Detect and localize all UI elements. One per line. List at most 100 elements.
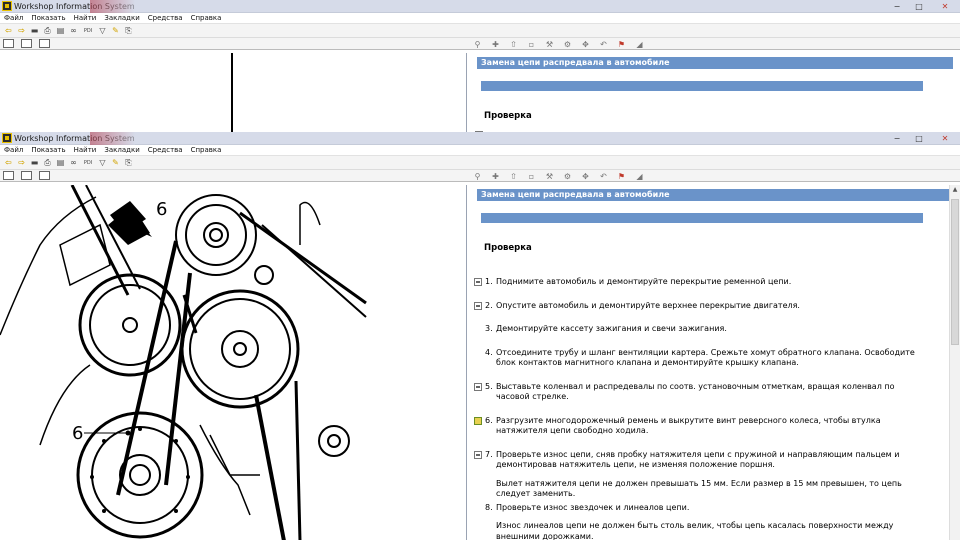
bookmark-icon[interactable]: ⎘ (123, 26, 134, 36)
move-icon[interactable]: ✥ (580, 40, 591, 49)
window-icon[interactable] (39, 39, 50, 48)
wrench-icon[interactable]: ⚲ (472, 40, 483, 49)
window-icon[interactable] (39, 171, 50, 180)
print-icon[interactable]: ⎙ (42, 158, 53, 168)
secondary-toolbar: ⚲ ✚ ⇧ ▫ ⚒ ⚙ ✥ ↶ ⚑ ◢ (0, 38, 960, 50)
title-bar[interactable]: Workshop Information System − □ ✕ (0, 132, 960, 145)
main-toolbar: ⇦ ⇨ ▬ ⎙ ▤ ∞ PDI ▽ ✎ ⎘ (0, 24, 960, 38)
tool-icon[interactable]: ✚ (490, 172, 501, 181)
main-window: Workshop Information System − □ ✕ Файл П… (0, 132, 960, 540)
step-list: 1. Поднимите автомобиль и демонтируйте п… (474, 277, 960, 540)
spanner-icon[interactable]: ⚒ (544, 40, 555, 49)
tool-icon[interactable]: ✚ (490, 40, 501, 49)
link-icon[interactable] (474, 301, 482, 310)
gear-icon[interactable]: ⚙ (562, 172, 573, 181)
pencil-icon[interactable]: ✎ (110, 158, 121, 168)
pdi-icon[interactable]: PDI (81, 158, 95, 168)
arrow-left-icon[interactable]: ⇦ (3, 26, 14, 36)
step-5: 5. Выставьте коленвал и распредевалы по … (474, 382, 960, 403)
print-icon[interactable]: ⎙ (42, 26, 53, 36)
link-icon[interactable] (474, 450, 482, 459)
menu-help[interactable]: Справка (187, 146, 226, 154)
menu-view[interactable]: Показать (27, 14, 69, 22)
close-icon[interactable]: ✕ (930, 132, 960, 145)
step-text: Опустите автомобиль и демонтируйте верхн… (496, 300, 800, 310)
wrench-icon[interactable]: ⚲ (472, 172, 483, 181)
step-text: Разгрузите многодорожечный ремень и выкр… (496, 415, 881, 436)
menu-find[interactable]: Найти (70, 14, 101, 22)
section-title: Проверка (484, 111, 532, 121)
menu-bar: Файл Показать Найти Закладки Средства Сп… (0, 145, 960, 156)
car-icon[interactable]: ▬ (29, 158, 40, 168)
step-8: 8. Проверьте износ звездочек и линеалов … (474, 503, 960, 540)
maximize-icon[interactable]: □ (908, 132, 930, 145)
timing-chain-diagram: 6 6 (0, 185, 367, 540)
list-icon[interactable] (21, 39, 32, 48)
car-lift-icon[interactable]: ◢ (634, 172, 645, 181)
filter-icon[interactable]: ▽ (97, 26, 108, 36)
menu-file[interactable]: Файл (0, 146, 27, 154)
undo-icon[interactable]: ↶ (598, 40, 609, 49)
step-note: Износ линеалов цепи не должен быть столь… (496, 521, 894, 540)
close-icon[interactable]: ✕ (930, 0, 960, 13)
step-7: 7. Проверьте износ цепи, сняв пробку нат… (474, 450, 960, 500)
app-icon (2, 1, 12, 11)
step-text: Проверьте износ цепи, сняв пробку натяжи… (496, 449, 900, 470)
secondary-toolbar: ⚲ ✚ ⇧ ▫ ⚒ ⚙ ✥ ↶ ⚑ ◢ (0, 170, 960, 182)
menu-tools[interactable]: Средства (144, 14, 187, 22)
binoculars-icon[interactable]: ∞ (68, 158, 79, 168)
header-bar (481, 213, 923, 223)
arrow-right-icon[interactable]: ⇨ (16, 158, 27, 168)
menu-find[interactable]: Найти (70, 146, 101, 154)
menu-bookmarks[interactable]: Закладки (100, 14, 143, 22)
car-lift-icon[interactable]: ◢ (634, 40, 645, 49)
pencil-icon[interactable]: ✎ (110, 26, 121, 36)
link-icon[interactable] (474, 382, 482, 391)
link-icon[interactable] (474, 278, 482, 286)
vertical-scrollbar[interactable]: ▲ (949, 185, 960, 540)
flag-icon[interactable]: ⚑ (616, 40, 627, 49)
menu-file[interactable]: Файл (0, 14, 27, 22)
list-icon[interactable] (21, 171, 32, 180)
arrow-up-icon[interactable]: ⇧ (508, 40, 519, 49)
menu-help[interactable]: Справка (187, 14, 226, 22)
filter-icon[interactable]: ▽ (97, 158, 108, 168)
car-icon[interactable]: ▬ (29, 26, 40, 36)
maximize-icon[interactable]: □ (908, 0, 930, 13)
arrow-up-icon[interactable]: ⇧ (508, 172, 519, 181)
arrow-right-icon[interactable]: ⇨ (16, 26, 27, 36)
step-4: 4. Отсоедините трубу и шланг вентиляции … (474, 348, 960, 369)
menu-tools[interactable]: Средства (144, 146, 187, 154)
step-note: Вылет натяжителя цепи не должен превышат… (496, 478, 902, 499)
scroll-up-icon[interactable]: ▲ (950, 185, 960, 195)
document-header: Замена цепи распредвала в автомобиле (477, 57, 953, 69)
scroll-thumb[interactable] (951, 199, 959, 345)
pdi-icon[interactable]: PDI (81, 26, 95, 36)
document-icon[interactable] (3, 39, 14, 48)
spanner-icon[interactable]: ⚒ (544, 172, 555, 181)
minimize-icon[interactable]: − (886, 132, 908, 145)
pdi-small-icon[interactable]: ▫ (526, 172, 537, 181)
pdi-small-icon[interactable]: ▫ (526, 40, 537, 49)
image-link-icon[interactable] (474, 416, 482, 425)
flag-icon[interactable]: ⚑ (616, 172, 627, 181)
menu-view[interactable]: Показать (27, 146, 69, 154)
move-icon[interactable]: ✥ (580, 172, 591, 181)
menu-bookmarks[interactable]: Закладки (100, 146, 143, 154)
undo-icon[interactable]: ↶ (598, 172, 609, 181)
bookmark-icon[interactable]: ⎘ (123, 158, 134, 168)
arrow-left-icon[interactable]: ⇦ (3, 158, 14, 168)
document-icon[interactable] (3, 171, 14, 180)
document-pane: Замена цепи распредвала в автомобиле Про… (467, 53, 960, 135)
section-title: Проверка (484, 243, 532, 253)
binoculars-icon[interactable]: ∞ (68, 26, 79, 36)
menu-bar: Файл Показать Найти Закладки Средства Сп… (0, 13, 960, 24)
document-header: Замена цепи распредвала в автомобиле (477, 189, 953, 201)
print-preview-icon[interactable]: ▤ (55, 158, 66, 168)
step-text: Проверьте износ звездочек и линеалов цеп… (496, 502, 690, 512)
minimize-icon[interactable]: − (886, 0, 908, 13)
print-preview-icon[interactable]: ▤ (55, 26, 66, 36)
step-text: Отсоедините трубу и шланг вентиляции кар… (496, 347, 915, 368)
gear-icon[interactable]: ⚙ (562, 40, 573, 49)
title-bar[interactable]: Workshop Information System − □ ✕ (0, 0, 960, 13)
